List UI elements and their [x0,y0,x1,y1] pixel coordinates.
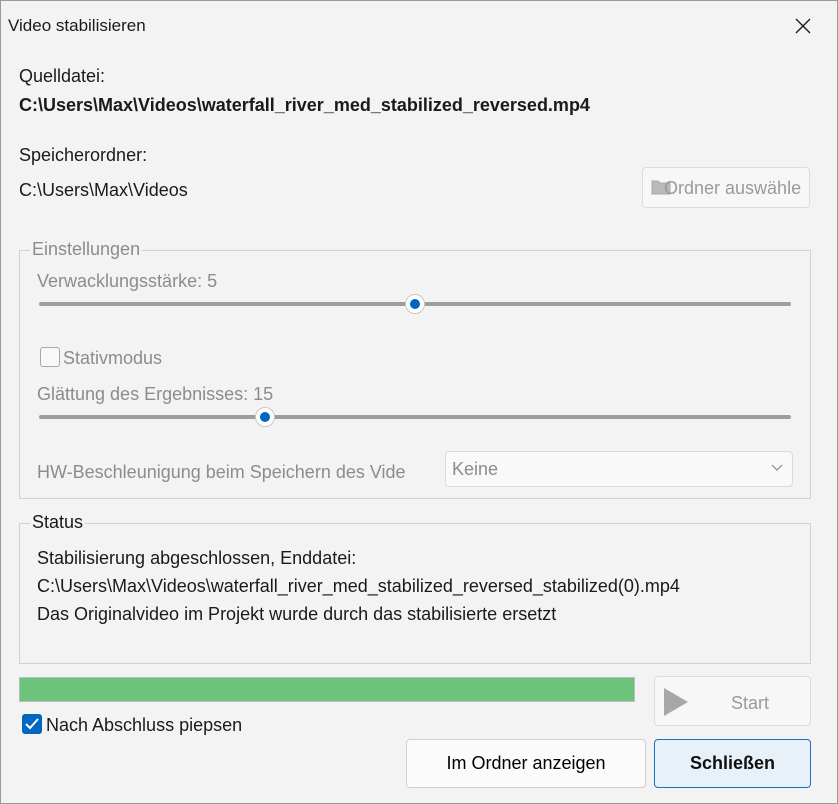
target-path: C:\Users\Max\Videos [19,180,188,200]
progress-bar [19,677,635,702]
tripod-mode-checkbox[interactable] [40,347,60,367]
shake-strength-slider[interactable] [39,294,791,314]
close-window-button[interactable] [777,7,829,45]
settings-group: Einstellungen Verwacklungsstärke: 5 Stat… [19,239,811,499]
smoothing-label: Glättung des Ergebnisses: 15 [37,384,274,404]
beep-label: Nach Abschluss piepsen [46,715,243,735]
close-icon [795,18,811,34]
status-line-2: C:\Users\Max\Videos\waterfall_river_med_… [37,576,680,596]
hw-acceleration-select[interactable]: Keine [445,451,793,487]
tripod-mode-label: Stativmodus [63,348,163,368]
source-path: C:\Users\Max\Videos\waterfall_river_med_… [19,95,590,115]
smoothing-slider[interactable] [39,407,791,427]
start-button[interactable]: Start [654,676,811,726]
play-icon [664,688,688,716]
window-title: Video stabilisieren [8,16,146,35]
shake-slider-thumb[interactable] [405,294,425,314]
start-label: Start [731,693,770,713]
hw-acceleration-label: HW-Beschleunigung beim Speichern des Vid… [37,462,406,482]
status-line-3: Das Originalvideo im Projekt wurde durch… [37,604,557,624]
choose-folder-button[interactable]: Ordner auswähle [642,167,810,208]
status-group: Status Stabilisierung abgeschlossen, End… [19,512,811,664]
title-bar: Video stabilisieren [1,1,837,51]
smoothing-slider-thumb[interactable] [254,407,275,427]
progress-fill [20,678,634,701]
checkmark-icon [25,718,39,730]
status-legend: Status [30,512,86,533]
source-label: Quelldatei: [19,66,106,86]
stabilize-dialog: Video stabilisieren Quelldatei: C:\Users… [0,0,838,804]
shake-strength-label: Verwacklungsstärke: 5 [37,271,218,291]
show-in-folder-button[interactable]: Im Ordner anzeigen [406,739,646,788]
close-button[interactable]: Schließen [654,739,811,788]
smoothing-slider-track [39,415,791,419]
settings-legend: Einstellungen [30,239,143,260]
status-line-1: Stabilisierung abgeschlossen, Enddatei: [37,548,357,568]
beep-checkbox[interactable] [22,714,42,734]
target-label: Speicherordner: [19,145,148,165]
choose-folder-label: Ordner auswähle [664,178,802,198]
hw-acceleration-value: Keine [452,459,499,479]
chevron-down-icon [771,464,783,471]
